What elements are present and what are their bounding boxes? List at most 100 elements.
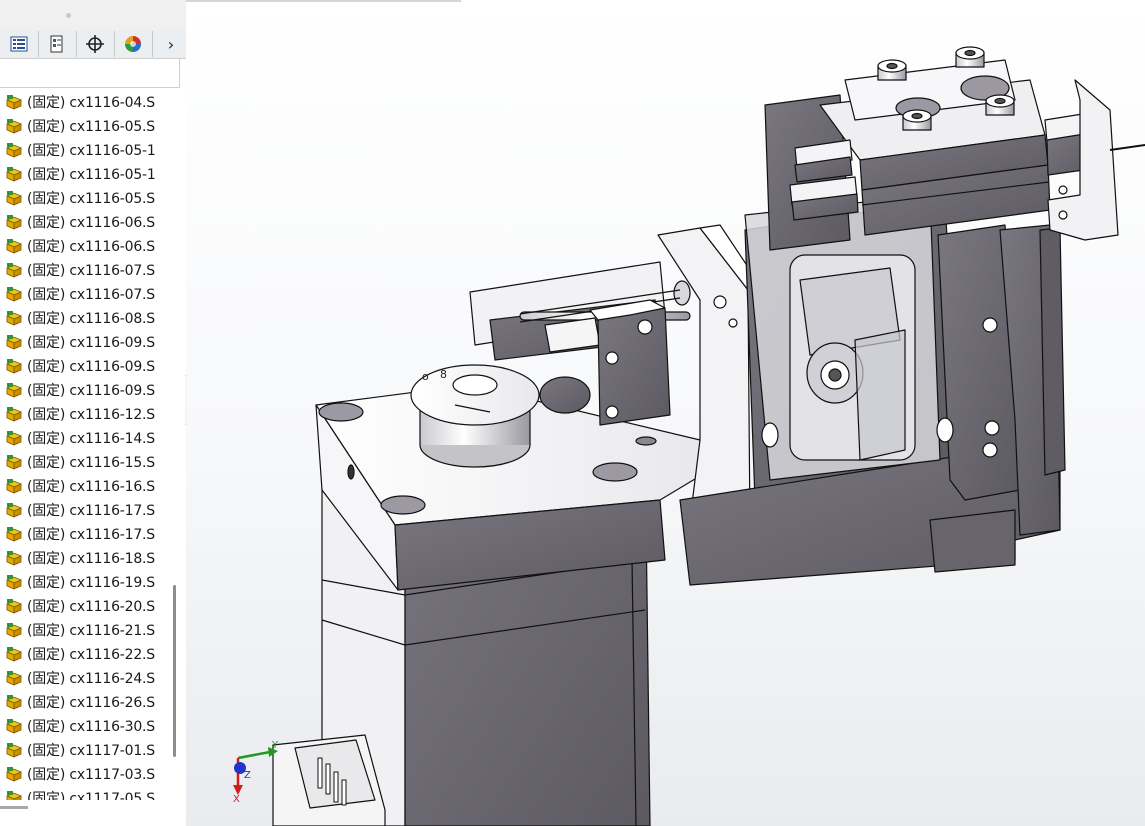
tree-item[interactable]: (固定) cx1116-30.S	[0, 714, 172, 738]
tree-item[interactable]: (固定) cx1116-19.S	[0, 570, 172, 594]
tree-item-label: (固定) cx1116-21.S	[27, 623, 155, 639]
scrollbar-thumb[interactable]	[173, 585, 176, 757]
tree-item[interactable]: (固定) cx1116-26.S	[0, 690, 172, 714]
tree-item-label: (固定) cx1116-09.S	[27, 359, 155, 375]
tree-item[interactable]: (固定) cx1116-20.S	[0, 594, 172, 618]
tree-item[interactable]: (固定) cx1116-08.S	[0, 306, 172, 330]
tree-item[interactable]: (固定) cx1116-21.S	[0, 618, 172, 642]
tree-item[interactable]: (固定) cx1117-03.S	[0, 762, 172, 786]
configuration-manager-tab-icon[interactable]	[76, 31, 115, 57]
tree-item[interactable]: (固定) cx1116-06.S	[0, 210, 172, 234]
tree-item[interactable]: (固定) cx1116-18.S	[0, 546, 172, 570]
part-component-icon	[5, 405, 23, 423]
part-component-icon	[5, 141, 23, 159]
tree-item[interactable]: (固定) cx1116-07.S	[0, 258, 172, 282]
part-component-icon	[5, 453, 23, 471]
tree-item[interactable]: (固定) cx1116-09.S	[0, 354, 172, 378]
tree-item-label: (固定) cx1116-17.S	[27, 527, 155, 543]
part-component-icon	[5, 429, 23, 447]
tree-item[interactable]: (固定) cx1116-06.S	[0, 234, 172, 258]
tree-item-label: (固定) cx1116-15.S	[27, 455, 155, 471]
tree-item[interactable]: (固定) cx1116-22.S	[0, 642, 172, 666]
tree-item-label: (固定) cx1116-22.S	[27, 647, 155, 663]
property-manager-tab-icon[interactable]	[38, 31, 77, 57]
tree-item[interactable]: (固定) cx1116-05.S	[0, 114, 172, 138]
part-component-icon	[5, 501, 23, 519]
tree-item[interactable]: (固定) cx1117-01.S	[0, 738, 172, 762]
tree-item[interactable]: (固定) cx1116-12.S	[0, 402, 172, 426]
part-component-icon	[5, 165, 23, 183]
part-component-icon	[5, 381, 23, 399]
tree-item[interactable]: (固定) cx1116-17.S	[0, 498, 172, 522]
tree-item[interactable]: (固定) cx1116-09.S	[0, 330, 172, 354]
svg-text:o: o	[422, 370, 429, 383]
part-component-icon	[5, 789, 23, 800]
tree-item[interactable]: (固定) cx1116-04.S	[0, 90, 172, 114]
tree-item[interactable]: (固定) cx1116-14.S	[0, 426, 172, 450]
part-component-icon	[5, 477, 23, 495]
part-component-icon	[5, 645, 23, 663]
triad-z-label: Z	[244, 770, 251, 781]
tree-item-label: (固定) cx1116-14.S	[27, 431, 155, 447]
tree-item-label: (固定) cx1116-06.S	[27, 215, 155, 231]
triad-x-label: X	[233, 794, 240, 805]
tree-item-label: (固定) cx1116-05.S	[27, 191, 155, 207]
part-component-icon	[5, 573, 23, 591]
tree-item[interactable]: (固定) cx1116-16.S	[0, 474, 172, 498]
feature-manager-panel: › (固定) cx1116-04.S (固定) cx1116-05.S (固定) c…	[0, 0, 187, 826]
display-manager-tab-icon[interactable]	[114, 31, 153, 57]
tree-item[interactable]: (固定) cx1116-24.S	[0, 666, 172, 690]
tree-item[interactable]: (固定) cx1116-09.S	[0, 378, 172, 402]
part-component-icon	[5, 717, 23, 735]
tree-item-label: (固定) cx1116-04.S	[27, 95, 155, 111]
tree-item[interactable]: (固定) cx1117-05.S	[0, 786, 172, 800]
chevron-right-icon[interactable]: ›	[158, 31, 184, 57]
part-component-icon	[5, 333, 23, 351]
part-component-icon	[5, 237, 23, 255]
tree-item-label: (固定) cx1116-26.S	[27, 695, 155, 711]
tree-item-label: (固定) cx1116-06.S	[27, 239, 155, 255]
tree-item-label: (固定) cx1116-05-1	[27, 167, 156, 183]
graphics-viewport[interactable]: o 8 Y Z X	[186, 0, 1145, 826]
part-component-icon	[5, 525, 23, 543]
tree-item-label: (固定) cx1116-07.S	[27, 287, 155, 303]
tree-item[interactable]: (固定) cx1116-07.S	[0, 282, 172, 306]
svg-text:8: 8	[440, 368, 447, 381]
part-component-icon	[5, 309, 23, 327]
part-component-icon	[5, 357, 23, 375]
tree-item-label: (固定) cx1116-20.S	[27, 599, 155, 615]
part-component-icon	[5, 597, 23, 615]
tree-item-label: (固定) cx1116-12.S	[27, 407, 155, 423]
feature-tree: (固定) cx1116-04.S (固定) cx1116-05.S (固定) cx1…	[0, 90, 172, 800]
tree-vertical-scrollbar[interactable]	[172, 90, 178, 802]
tree-item[interactable]: (固定) cx1116-05-1	[0, 138, 172, 162]
tree-item-label: (固定) cx1116-09.S	[27, 335, 155, 351]
tree-item[interactable]: (固定) cx1116-05-1	[0, 162, 172, 186]
tree-item[interactable]: (固定) cx1116-05.S	[0, 186, 172, 210]
tree-item-label: (固定) cx1116-30.S	[27, 719, 155, 735]
manager-tabs-toolbar: ›	[0, 30, 186, 59]
tree-filter-input[interactable]	[0, 58, 180, 88]
tree-item-label: (固定) cx1116-17.S	[27, 503, 155, 519]
tree-item-label: (固定) cx1117-01.S	[27, 743, 155, 759]
tree-item-label: (固定) cx1116-05-1	[27, 143, 156, 159]
cad-model-render: o 8 Y Z X	[186, 0, 1145, 826]
grip-handle[interactable]	[66, 13, 71, 18]
feature-tree-tab-icon[interactable]	[0, 31, 39, 57]
tree-item-label: (固定) cx1116-18.S	[27, 551, 155, 567]
part-component-icon	[5, 621, 23, 639]
tree-item-label: (固定) cx1116-07.S	[27, 263, 155, 279]
part-component-icon	[5, 741, 23, 759]
tree-item[interactable]: (固定) cx1116-15.S	[0, 450, 172, 474]
coordinate-triad: Y Z X	[233, 740, 279, 805]
tree-horizontal-scrollbar[interactable]	[0, 806, 28, 809]
panel-header	[0, 0, 186, 31]
tree-item-label: (固定) cx1117-05.S	[27, 791, 155, 800]
part-component-icon	[5, 189, 23, 207]
tree-item-label: (固定) cx1116-16.S	[27, 479, 155, 495]
tree-item-label: (固定) cx1116-19.S	[27, 575, 155, 591]
tree-item-label: (固定) cx1116-09.S	[27, 383, 155, 399]
tree-item[interactable]: (固定) cx1116-17.S	[0, 522, 172, 546]
part-component-icon	[5, 261, 23, 279]
part-component-icon	[5, 93, 23, 111]
